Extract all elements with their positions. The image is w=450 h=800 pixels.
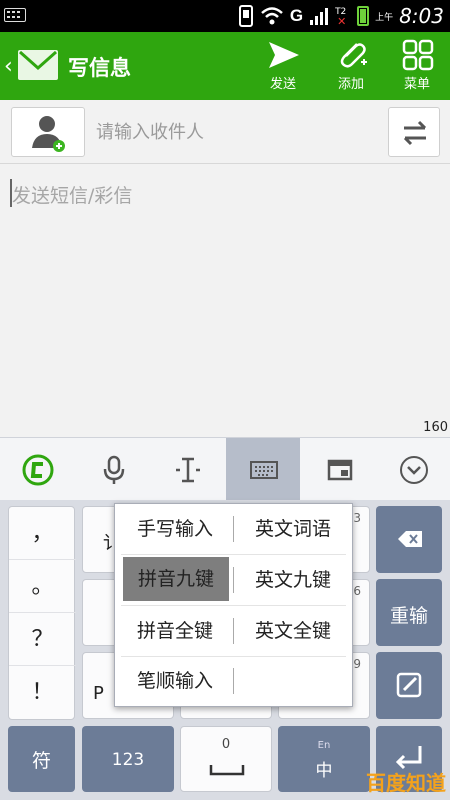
punct-exclaim[interactable]: ！: [9, 666, 76, 719]
keyboard-icon: [250, 461, 278, 479]
zero-label: 0: [221, 737, 231, 752]
battery-icon: [357, 6, 370, 26]
watermark: 百度知道: [366, 771, 446, 795]
num-key[interactable]: 123: [82, 726, 174, 792]
window-button[interactable]: [302, 438, 376, 500]
attach-button[interactable]: 添加: [316, 32, 386, 100]
punct-question[interactable]: ？: [9, 613, 76, 666]
punct-comma[interactable]: ，: [9, 507, 76, 560]
status-right: G T2 ✕ 上午 8:03: [238, 0, 444, 32]
input-method-menu: 手写输入 英文词语 拼音九键 英文九键 拼音全键 英文全键 笔顺输入: [114, 503, 353, 707]
reenter-label: 重输: [389, 605, 428, 627]
lang-label: 中: [315, 761, 333, 781]
menu-stroke[interactable]: 笔顺输入: [117, 656, 233, 706]
keyboard-status-icon: [4, 8, 26, 22]
cursor-icon: [176, 457, 200, 483]
send-icon: [269, 42, 299, 68]
back-icon[interactable]: ‹: [4, 54, 13, 79]
time-prefix: 上午: [375, 12, 394, 23]
menu-en-words[interactable]: 英文词语: [235, 504, 351, 554]
menu-pinyin-9[interactable]: 拼音九键: [123, 557, 229, 601]
send-label: 发送: [269, 77, 296, 92]
collapse-button[interactable]: [376, 438, 450, 500]
status-bar: G T2 ✕ 上午 8:03: [0, 0, 450, 32]
recipient-input[interactable]: 请输入收件人: [96, 118, 204, 144]
backspace-icon: [398, 531, 422, 547]
lang-top-label: En: [317, 740, 331, 751]
message-area[interactable]: 发送短信/彩信 160: [0, 165, 450, 437]
num-label: 123: [111, 750, 145, 770]
menu-divider: [233, 516, 234, 542]
mic-icon: [103, 455, 125, 484]
ime-logo-button[interactable]: [0, 438, 74, 500]
action-bar: ‹ 写信息 发送 添加 菜单: [0, 32, 450, 100]
menu-pinyin-full[interactable]: 拼音全键: [117, 606, 233, 656]
menu-label: 菜单: [403, 77, 430, 92]
no-signal-icon: ✕: [337, 15, 347, 28]
punct-period[interactable]: 。: [9, 560, 76, 613]
swap-button[interactable]: [388, 107, 440, 157]
lang-key[interactable]: En 中: [278, 726, 370, 792]
punctuation-panel: ， 。 ？ ！: [8, 506, 76, 720]
wifi-icon: [260, 7, 283, 25]
menu-divider: [233, 567, 234, 593]
cursor-button[interactable]: [150, 438, 224, 500]
add-contact-icon: [32, 116, 65, 152]
space-icon: [209, 765, 245, 776]
message-app-icon[interactable]: [18, 50, 58, 80]
collapse-icon: [400, 456, 428, 484]
symbol-key[interactable]: 符: [8, 726, 75, 792]
key-9-num: 9: [353, 657, 361, 671]
space-key[interactable]: 0: [180, 726, 272, 792]
ime-logo-icon: [22, 454, 54, 486]
menu-handwriting[interactable]: 手写输入: [117, 504, 233, 554]
keyboard-switch-button[interactable]: [226, 438, 300, 500]
menu-divider: [233, 618, 234, 644]
grid-menu-icon: [402, 39, 434, 71]
key-6-num: 6: [353, 584, 361, 598]
send-button[interactable]: 发送: [248, 32, 318, 100]
edit-icon: [396, 672, 422, 698]
ime-toolbar: [0, 437, 450, 500]
window-icon: [327, 459, 353, 481]
menu-divider: [233, 668, 234, 694]
menu-en-full[interactable]: 英文全键: [235, 606, 351, 656]
char-counter: 160: [423, 420, 448, 435]
recipient-row: 请输入收件人: [0, 100, 450, 164]
clock: 8:03: [399, 4, 444, 28]
sim2-signal: T2 ✕: [335, 5, 351, 28]
reenter-key[interactable]: 重输: [376, 579, 442, 646]
swap-icon: [403, 120, 427, 146]
attach-label: 添加: [337, 77, 364, 92]
phone-sim-icon: [238, 5, 253, 27]
paperclip-icon: [340, 43, 367, 68]
voice-button[interactable]: [76, 438, 150, 500]
signal-icon: [310, 8, 329, 25]
message-input[interactable]: 发送短信/彩信: [12, 181, 132, 208]
key-3-num: 3: [353, 511, 361, 525]
page-title: 写信息: [68, 56, 131, 80]
menu-en-9[interactable]: 英文九键: [235, 555, 351, 605]
edit-key[interactable]: [376, 652, 442, 719]
backspace-key[interactable]: [376, 506, 442, 573]
menu-button[interactable]: 菜单: [382, 32, 450, 100]
symbol-label: 符: [31, 750, 51, 772]
add-contact-button[interactable]: [11, 107, 85, 157]
network-type: G: [289, 6, 304, 25]
